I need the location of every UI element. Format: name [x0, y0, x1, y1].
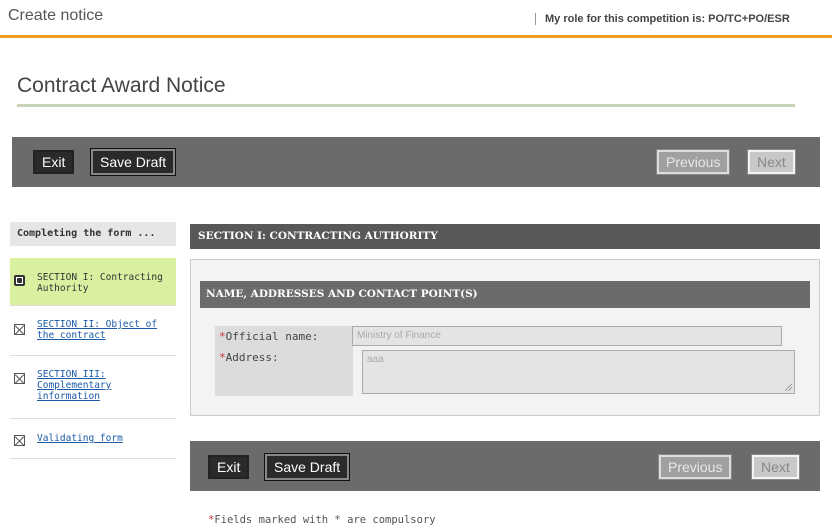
next-button[interactable]: Next — [751, 454, 800, 480]
title-divider — [17, 104, 795, 107]
section-panel: NAME, ADDRESSES AND CONTACT POINT(S) *Of… — [190, 259, 820, 416]
official-name-label-text: Official name: — [225, 330, 319, 343]
checkbox-x-icon — [14, 435, 25, 446]
sidebar-item-validating[interactable]: Validating form — [10, 419, 176, 459]
app-title: Create notice — [8, 7, 104, 24]
checkbox-x-icon — [14, 324, 25, 335]
subsection-heading: NAME, ADDRESSES AND CONTACT POINT(S) — [200, 281, 810, 308]
sidebar-item-label: SECTION I: Contracting Authority — [37, 272, 163, 294]
previous-button[interactable]: Previous — [655, 149, 731, 175]
form-progress-sidebar: Completing the form ... SECTION I: Contr… — [10, 222, 176, 459]
next-button[interactable]: Next — [747, 149, 796, 175]
required-fields-note-text: Fields marked with * are compulsory — [214, 514, 436, 526]
resize-handle-icon[interactable] — [785, 384, 792, 391]
official-name-field[interactable]: Ministry of Finance — [352, 326, 782, 346]
address-value: aaa — [367, 354, 384, 365]
official-name-label: *Official name: — [215, 326, 353, 348]
sidebar-item-link[interactable]: SECTION II: Object of the contract — [37, 319, 167, 341]
checkbox-x-icon — [14, 373, 25, 384]
address-label: *Address: — [215, 348, 353, 396]
current-section-icon — [14, 275, 25, 286]
address-label-text: Address: — [225, 351, 279, 364]
previous-button[interactable]: Previous — [657, 454, 733, 480]
sidebar-item-section-2[interactable]: SECTION II: Object of the contract — [10, 306, 176, 356]
address-textarea[interactable]: aaa — [362, 350, 795, 394]
top-bar: Create notice My role for this competiti… — [0, 0, 832, 38]
sidebar-heading: Completing the form ... — [10, 222, 176, 246]
required-marker: * — [219, 330, 226, 343]
exit-button[interactable]: Exit — [33, 150, 75, 174]
page-title: Contract Award Notice — [17, 74, 226, 97]
save-draft-button[interactable]: Save Draft — [263, 453, 351, 481]
sidebar-item-section-1[interactable]: SECTION I: Contracting Authority — [10, 258, 176, 306]
bottom-toolbar: Exit Save Draft Previous Next — [190, 441, 820, 491]
exit-button[interactable]: Exit — [208, 455, 250, 479]
sidebar-item-link[interactable]: SECTION III: Complementary information — [37, 369, 137, 402]
top-toolbar: Exit Save Draft Previous Next — [12, 137, 820, 187]
section-heading: SECTION I: CONTRACTING AUTHORITY — [190, 224, 820, 249]
required-marker: * — [219, 351, 226, 364]
save-draft-button[interactable]: Save Draft — [89, 148, 177, 176]
sidebar-item-section-3[interactable]: SECTION III: Complementary information — [10, 356, 176, 419]
required-fields-note: *Fields marked with * are compulsory — [208, 514, 436, 526]
sidebar-item-link[interactable]: Validating form — [37, 433, 167, 444]
role-indicator: My role for this competition is: PO/TC+P… — [535, 13, 790, 25]
